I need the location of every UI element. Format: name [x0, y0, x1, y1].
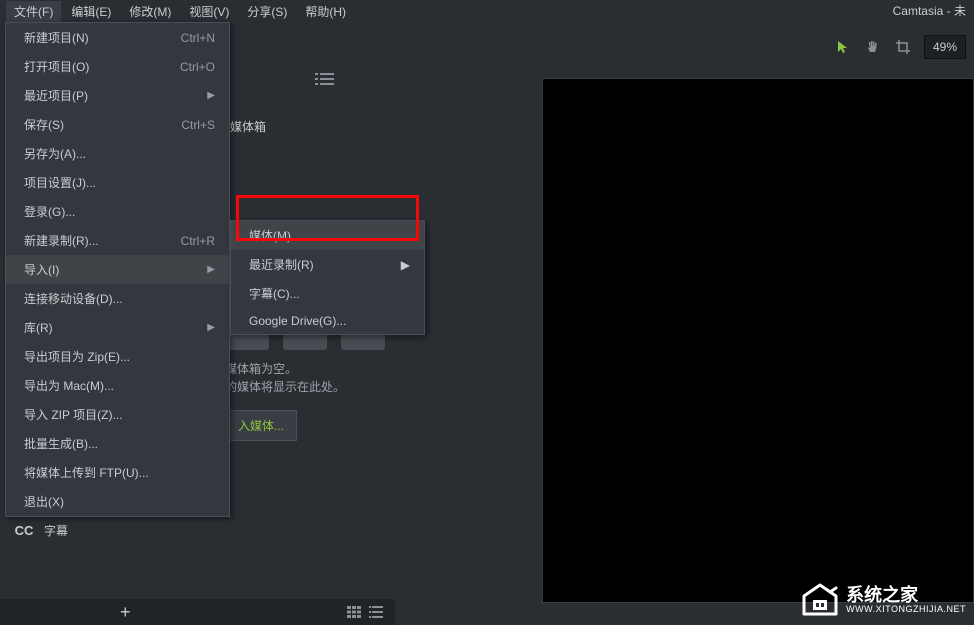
menu-item-label: 连接移动设备(D)... — [24, 290, 123, 307]
submenu-captions[interactable]: 字幕(C)... — [231, 279, 424, 308]
empty-line-1: 媒体箱为空。 — [225, 360, 345, 378]
menubar: 文件(F) 编辑(E) 修改(M) 视图(V) 分享(S) 帮助(H) — [0, 0, 974, 22]
menu-project-settings[interactable]: 项目设置(J)... — [6, 168, 229, 197]
panel-tabs — [230, 70, 340, 88]
menu-item-label: 批量生成(B)... — [24, 435, 98, 452]
empty-line-2: 的媒体将显示在此处。 — [225, 378, 345, 396]
menu-library[interactable]: 库(R) ▶ — [6, 313, 229, 342]
media-empty-message: 媒体箱为空。 的媒体将显示在此处。 — [225, 360, 345, 396]
menu-item-label: 保存(S) — [24, 116, 64, 133]
media-bin-label: 媒体箱 — [230, 118, 266, 135]
sidebar-item-label: 字幕 — [44, 522, 68, 539]
menu-exit[interactable]: 退出(X) — [6, 487, 229, 516]
file-menu-dropdown: 新建项目(N) Ctrl+N 打开项目(O) Ctrl+O 最近项目(P) ▶ 保存(… — [5, 22, 230, 517]
submenu-item-label: Google Drive(G)... — [249, 314, 346, 328]
menu-shortcut: Ctrl+S — [181, 118, 215, 132]
zoom-level[interactable]: 49% — [924, 35, 966, 59]
menu-item-label: 另存为(A)... — [24, 145, 86, 162]
menu-upload-ftp[interactable]: 将媒体上传到 FTP(U)... — [6, 458, 229, 487]
import-submenu: 媒体(M)... 最近录制(R) ▶ 字幕(C)... Google Drive(… — [230, 220, 425, 335]
menu-item-label: 将媒体上传到 FTP(U)... — [24, 464, 149, 481]
menu-item-label: 导入(I) — [24, 261, 59, 278]
menu-item-label: 导出为 Mac(M)... — [24, 377, 114, 394]
list-view-icon[interactable] — [367, 605, 385, 619]
menu-item-label: 导出项目为 Zip(E)... — [24, 348, 130, 365]
menu-shortcut: Ctrl+O — [180, 60, 215, 74]
menu-item-label: 项目设置(J)... — [24, 174, 96, 191]
menu-batch-produce[interactable]: 批量生成(B)... — [6, 429, 229, 458]
submenu-media[interactable]: 媒体(M)... — [231, 221, 424, 250]
menu-new-recording[interactable]: 新建录制(R)... Ctrl+R — [6, 226, 229, 255]
submenu-item-label: 最近录制(R) — [249, 256, 314, 273]
menu-file[interactable]: 文件(F) — [6, 1, 61, 22]
menu-view[interactable]: 视图(V) — [181, 1, 237, 22]
submenu-arrow-icon: ▶ — [207, 90, 215, 101]
menu-connect-mobile[interactable]: 连接移动设备(D)... — [6, 284, 229, 313]
menu-item-label: 库(R) — [24, 319, 53, 336]
menu-help[interactable]: 帮助(H) — [297, 1, 354, 22]
crop-tool-icon[interactable] — [894, 38, 912, 56]
menu-item-label: 最近项目(P) — [24, 87, 88, 104]
menu-export-mac[interactable]: 导出为 Mac(M)... — [6, 371, 229, 400]
watermark-logo-icon — [800, 582, 840, 618]
import-media-button[interactable]: 入媒体... — [225, 410, 297, 441]
cc-icon: CC — [14, 520, 34, 540]
menu-import[interactable]: 导入(I) ▶ — [6, 255, 229, 284]
submenu-arrow-icon: ▶ — [207, 264, 215, 275]
menu-shortcut: Ctrl+R — [181, 234, 215, 248]
media-bottom-bar: + — [0, 599, 395, 625]
pointer-tool-icon[interactable] — [834, 38, 852, 56]
list-view-icon[interactable] — [310, 70, 340, 88]
app-title: Camtasia - 未 — [893, 2, 966, 19]
menu-save-as[interactable]: 另存为(A)... — [6, 139, 229, 168]
add-media-button[interactable]: + — [120, 602, 131, 623]
menu-item-label: 新建项目(N) — [24, 29, 89, 46]
preview-canvas[interactable] — [542, 78, 974, 603]
menu-share[interactable]: 分享(S) — [239, 1, 295, 22]
menu-new-project[interactable]: 新建项目(N) Ctrl+N — [6, 23, 229, 52]
menu-shortcut: Ctrl+N — [181, 31, 215, 45]
menu-item-label: 导入 ZIP 项目(Z)... — [24, 406, 122, 423]
grid-view-icon[interactable] — [345, 605, 363, 619]
menu-save[interactable]: 保存(S) Ctrl+S — [6, 110, 229, 139]
watermark-url: WWW.XITONGZHIJIA.NET — [846, 604, 966, 614]
canvas-toolbar: 49% — [834, 35, 966, 59]
menu-export-zip[interactable]: 导出项目为 Zip(E)... — [6, 342, 229, 371]
menu-import-zip[interactable]: 导入 ZIP 项目(Z)... — [6, 400, 229, 429]
watermark: 系统之家 WWW.XITONGZHIJIA.NET — [800, 582, 966, 618]
menu-item-label: 新建录制(R)... — [24, 232, 99, 249]
submenu-recent-recordings[interactable]: 最近录制(R) ▶ — [231, 250, 424, 279]
submenu-arrow-icon: ▶ — [401, 258, 410, 272]
menu-item-label: 登录(G)... — [24, 203, 75, 220]
menu-item-label: 退出(X) — [24, 493, 64, 510]
pan-tool-icon[interactable] — [864, 38, 882, 56]
submenu-item-label: 媒体(M)... — [249, 227, 301, 244]
submenu-item-label: 字幕(C)... — [249, 285, 300, 302]
submenu-google-drive[interactable]: Google Drive(G)... — [231, 308, 424, 334]
menu-modify[interactable]: 修改(M) — [121, 1, 179, 22]
menu-open-project[interactable]: 打开项目(O) Ctrl+O — [6, 52, 229, 81]
menu-login[interactable]: 登录(G)... — [6, 197, 229, 226]
menu-item-label: 打开项目(O) — [24, 58, 89, 75]
watermark-title: 系统之家 — [846, 586, 966, 604]
menu-recent-projects[interactable]: 最近项目(P) ▶ — [6, 81, 229, 110]
view-toggle — [345, 605, 385, 619]
menu-edit[interactable]: 编辑(E) — [63, 1, 119, 22]
submenu-arrow-icon: ▶ — [207, 322, 215, 333]
